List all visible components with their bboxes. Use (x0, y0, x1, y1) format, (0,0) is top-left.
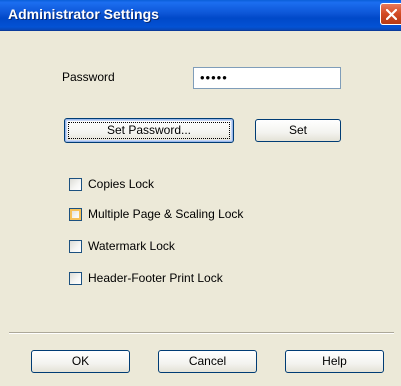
cancel-button-label: Cancel (188, 354, 227, 368)
watermark-lock-checkbox[interactable] (69, 240, 82, 253)
window-title: Administrator Settings (8, 6, 159, 22)
footer-separator (9, 332, 394, 334)
header-footer-print-lock-label: Header-Footer Print Lock (88, 271, 223, 285)
set-button-label: Set (288, 123, 307, 137)
password-label: Password (62, 70, 115, 84)
copies-lock-checkbox[interactable] (69, 178, 82, 191)
set-password-button[interactable]: Set Password... (64, 118, 234, 143)
close-icon (386, 9, 397, 20)
watermark-lock-label: Watermark Lock (88, 239, 175, 253)
multiple-page-scaling-lock-label: Multiple Page & Scaling Lock (88, 207, 244, 221)
header-footer-print-lock-checkbox[interactable] (69, 272, 82, 285)
password-input[interactable]: ••••• (193, 67, 341, 89)
cancel-button[interactable]: Cancel (158, 350, 257, 373)
help-button[interactable]: Help (285, 350, 384, 373)
multiple-page-scaling-lock-checkbox[interactable] (69, 208, 82, 221)
help-button-label: Help (322, 354, 347, 368)
ok-button-label: OK (71, 354, 90, 368)
set-button[interactable]: Set (255, 119, 341, 142)
title-bar[interactable]: Administrator Settings (0, 0, 401, 31)
ok-button[interactable]: OK (31, 350, 130, 373)
copies-lock-label: Copies Lock (88, 177, 155, 191)
focus-rectangle (68, 122, 230, 139)
administrator-settings-dialog: Administrator Settings Password ••••• Se… (0, 0, 401, 386)
close-button[interactable] (380, 3, 401, 25)
